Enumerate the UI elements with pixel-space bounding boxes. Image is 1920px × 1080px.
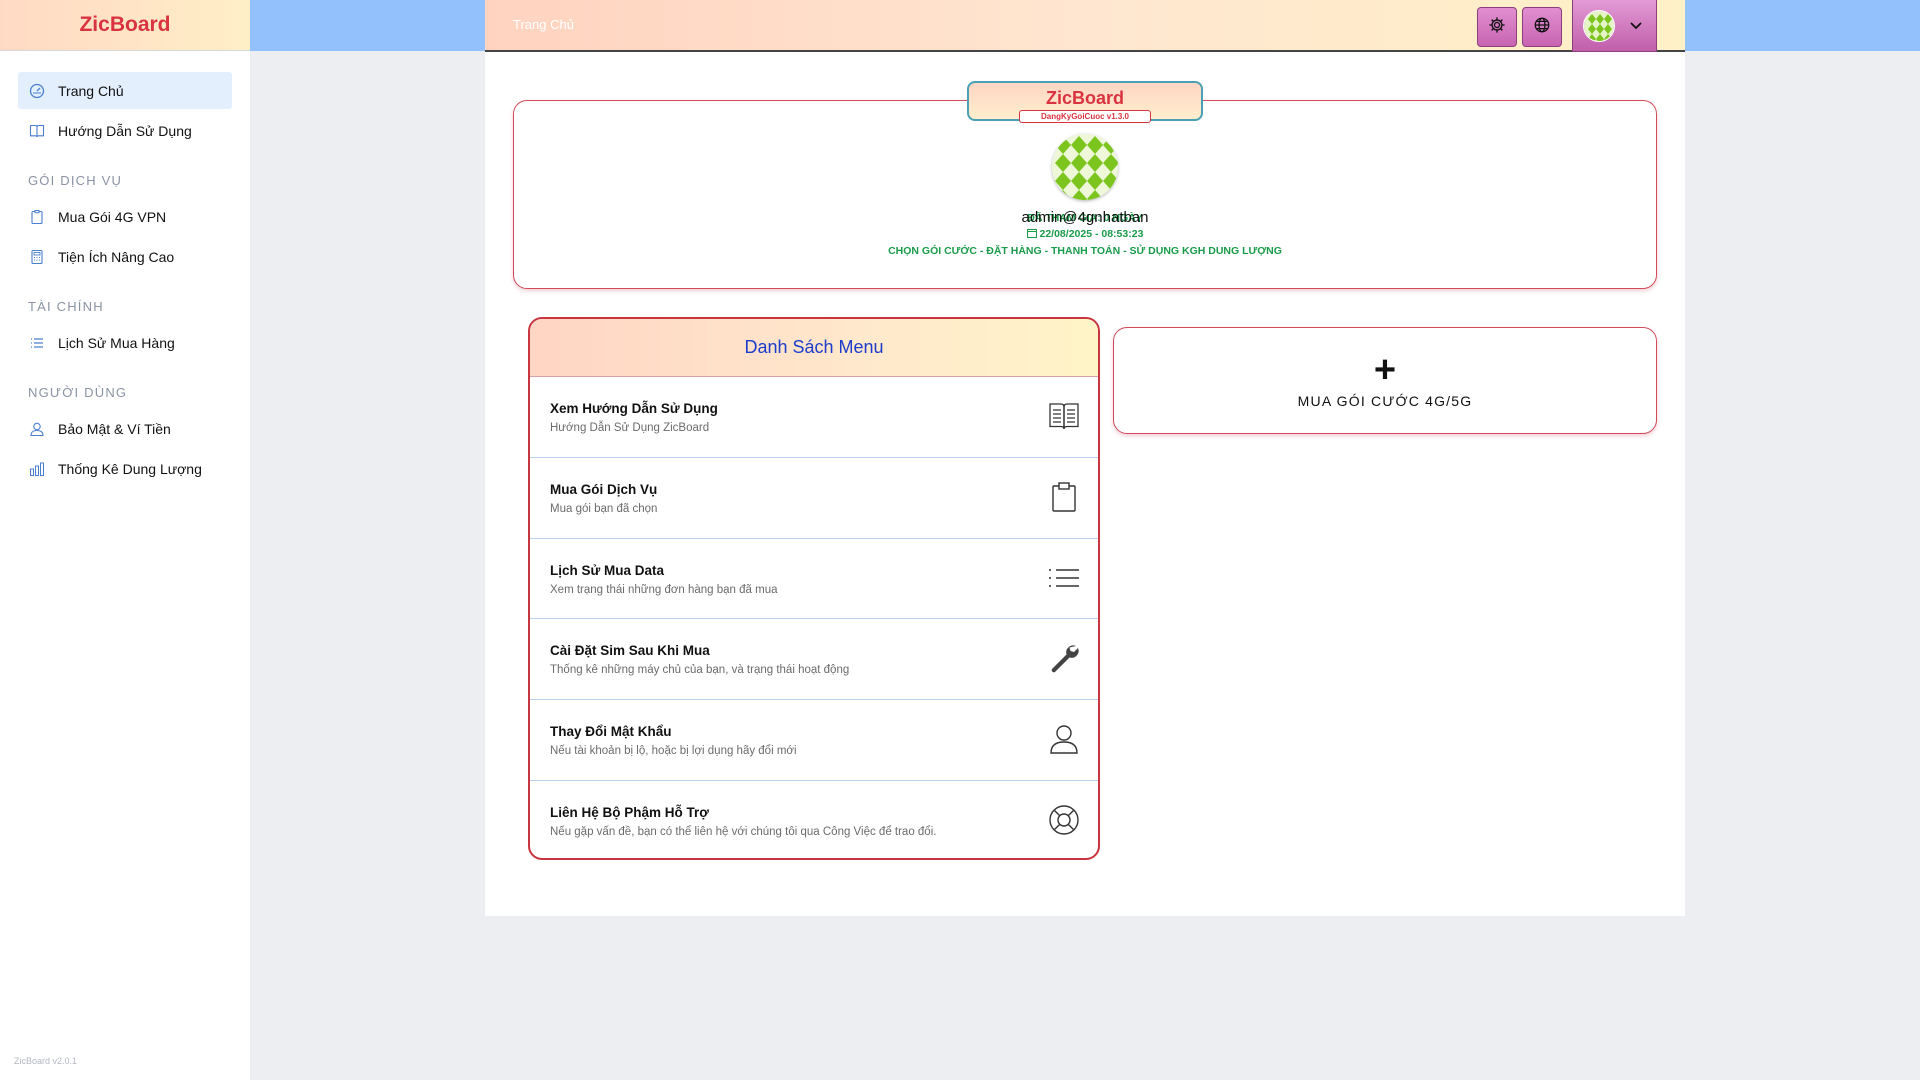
sidebar-brand[interactable]: ZicBoard [0, 0, 250, 51]
sidebar: ZicBoard Trang Chủ Hướng Dẫn Sử Dụng GÓI… [0, 0, 250, 1080]
sidebar-item-label: Hướng Dẫn Sử Dụng [58, 122, 192, 139]
sidebar-item-guide[interactable]: Hướng Dẫn Sử Dụng [18, 112, 232, 149]
list-icon [28, 334, 46, 352]
menu-item-title: Xem Hướng Dẫn Sử Dụng [550, 401, 718, 416]
list-icon [1048, 562, 1080, 594]
clipboard-icon [1048, 481, 1080, 513]
sidebar-item-label: Lịch Sử Mua Hàng [58, 334, 175, 351]
sidebar-nav: Trang Chủ Hướng Dẫn Sử Dụng GÓI DỊCH VỤ … [0, 51, 250, 487]
menu-item-change-password[interactable]: Thay Đổi Mật Khẩu Nếu tài khoản bị lộ, h… [530, 700, 1098, 781]
profile-avatar [1052, 134, 1118, 200]
menu-item-desc: Hướng Dẫn Sử Dụng ZicBoard [550, 422, 710, 434]
menu-item-title: Liên Hệ Bộ Phậm Hỗ Trợ [550, 804, 709, 820]
menu-item-desc: Nếu gặp vấn đề, bạn có thể liên hệ với c… [550, 825, 937, 838]
menu-item-title: Thay Đổi Mật Khẩu [550, 724, 672, 740]
book-icon [1048, 400, 1080, 432]
menu-item-desc: Thống kê những máy chủ của bạn, và trạng… [550, 664, 850, 677]
language-button[interactable] [1522, 7, 1562, 47]
sidebar-item-usage-stats[interactable]: Thống Kê Dung Lượng [18, 450, 232, 487]
wrench-icon [1048, 642, 1080, 674]
calculator-icon [28, 248, 46, 266]
sidebar-item-label: Thống Kê Dung Lượng [58, 460, 202, 477]
buy-package-button[interactable]: + MUA GÓI CƯỚC 4G/5G [1113, 327, 1657, 434]
sidebar-item-purchase-history[interactable]: Lịch Sử Mua Hàng [18, 324, 232, 361]
menu-item-title: Lịch Sử Mua Data [550, 562, 665, 578]
user-icon [28, 420, 46, 438]
chevron-down-icon [1629, 21, 1643, 31]
menu-list-card: Danh Sách Menu Xem Hướng Dẫn Sử Dụng Hướ… [528, 317, 1100, 860]
lifebuoy-icon [1048, 804, 1080, 836]
settings-button[interactable] [1477, 7, 1517, 47]
profile-username: admin@4gnhatban [1021, 209, 1149, 226]
sidebar-item-buy-4g[interactable]: Mua Gói 4G VPN [18, 198, 232, 235]
sidebar-item-label: Bảo Mật & Ví Tiền [58, 420, 171, 437]
menu-item-contact-support[interactable]: Liên Hệ Bộ Phậm Hỗ Trợ Nếu gặp vấn đề, b… [530, 781, 1098, 858]
sidebar-item-label: Mua Gói 4G VPN [58, 208, 167, 225]
sidebar-section-title: NGƯỜI DÙNG [28, 385, 128, 400]
dashboard-icon [28, 82, 46, 100]
app-version: ZicBoard v2.0.1 [14, 1056, 78, 1066]
menu-title: Danh Sách Menu [744, 337, 884, 357]
brand-logo-text: ZicBoard [79, 13, 171, 36]
bar-chart-icon [28, 460, 46, 478]
buy-package-label: MUA GÓI CƯỚC 4G/5G [1297, 392, 1473, 409]
globe-icon [1533, 16, 1551, 39]
app-version-badge: DangKyGoiCuoc v1.3.0 [1019, 110, 1151, 123]
menu-item-title: Mua Gói Dịch Vụ [550, 481, 658, 497]
gear-icon [1488, 16, 1506, 39]
sidebar-section-title: TÀI CHÍNH [28, 299, 104, 314]
menu-item-buy-service[interactable]: Mua Gói Dịch Vụ Mua gói bạn đã chọn [530, 458, 1098, 539]
menu-item-purchase-history[interactable]: Lịch Sử Mua Data Xem trạng thái những đơ… [530, 539, 1098, 620]
sidebar-item-label: Tiện Ích Nâng Cao [58, 248, 175, 265]
page-title: Trang Chủ [513, 17, 574, 32]
header-side-band [250, 0, 485, 51]
menu-item-desc: Xem trạng thái những đơn hàng bạn đã mua [550, 583, 778, 596]
user-menu-button[interactable] [1572, 0, 1657, 52]
plus-icon: + [1373, 348, 1397, 391]
sidebar-item-home[interactable]: Trang Chủ [18, 72, 232, 109]
sidebar-item-label: Trang Chủ [58, 82, 124, 99]
process-steps: CHỌN GÓI CƯỚC - ĐẶT HÀNG - THANH TOÁN - … [888, 245, 1282, 257]
user-avatar [1583, 9, 1615, 42]
clipboard-icon [28, 208, 46, 226]
sidebar-item-advanced-tools[interactable]: Tiện Ích Nâng Cao [18, 238, 232, 275]
menu-item-sim-setup[interactable]: Cài Đặt Sim Sau Khi Mua Thống kê những m… [530, 619, 1098, 701]
menu-item-desc: Mua gói bạn đã chọn [550, 502, 658, 515]
menu-item-desc: Nếu tài khoản bị lộ, hoặc bị lợi dụng hã… [550, 745, 797, 758]
main-content: ĐÃ THAM GIA: 0 NGÀY 22/08/2025 - 08:53:2… [485, 52, 1685, 916]
menu-header: Danh Sách Menu [530, 319, 1098, 377]
menu-item-guide[interactable]: Xem Hướng Dẫn Sử Dụng Hướng Dẫn Sử Dụng … [530, 377, 1098, 458]
top-header: Trang Chủ [485, 0, 1685, 52]
login-datetime: 22/08/2025 - 08:53:23 [514, 228, 1656, 241]
sidebar-item-security-wallet[interactable]: Bảo Mật & Ví Tiền [18, 410, 232, 447]
sidebar-section-title: GÓI DỊCH VỤ [28, 173, 123, 188]
book-icon [28, 122, 46, 140]
menu-item-title: Cài Đặt Sim Sau Khi Mua [550, 643, 710, 659]
datetime-text: 22/08/2025 - 08:53:23 [1039, 228, 1144, 240]
header-side-band [1685, 0, 1920, 51]
calendar-icon [1026, 228, 1037, 241]
profile-title: ZicBoard [1045, 88, 1124, 108]
user-icon [1048, 723, 1080, 755]
